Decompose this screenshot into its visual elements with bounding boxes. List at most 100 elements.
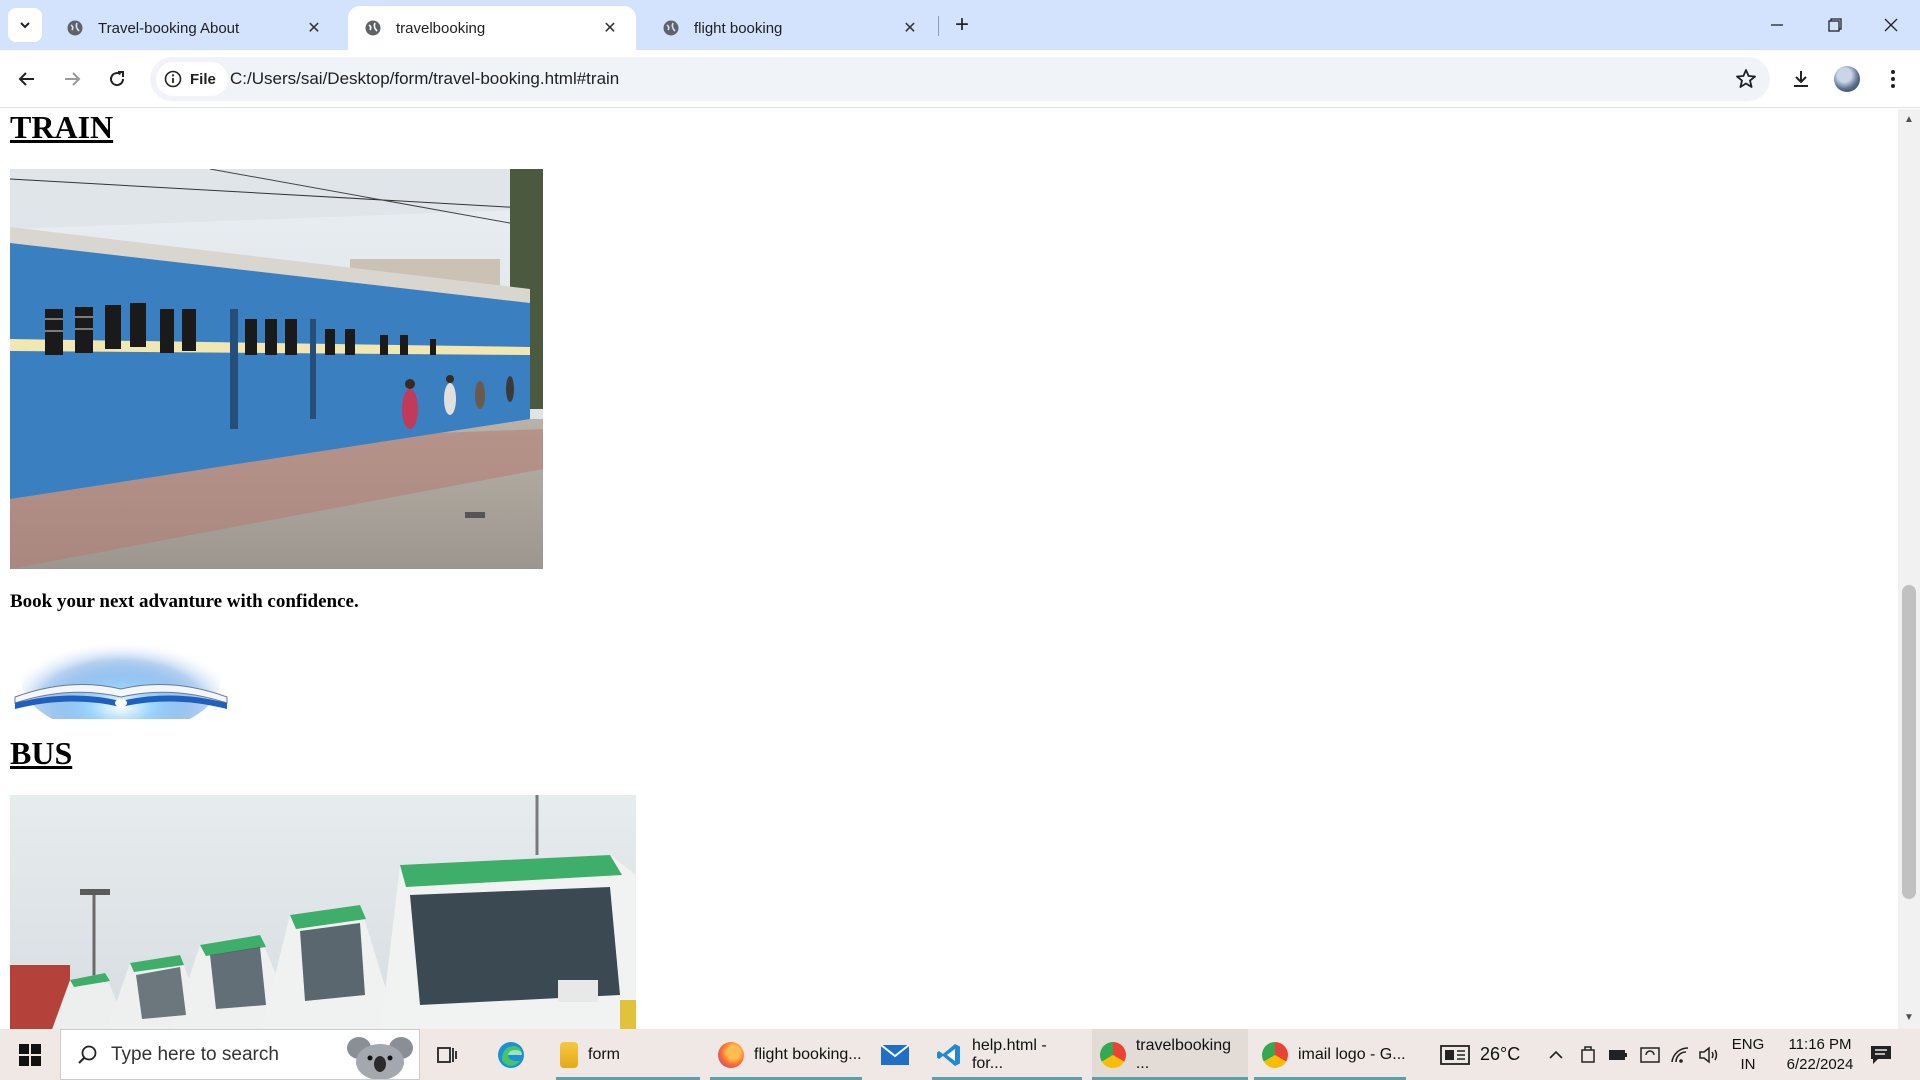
scrollbar-thumb[interactable] — [1902, 585, 1916, 899]
close-icon[interactable]: ✕ — [900, 18, 920, 38]
url-text: C:/Users/sai/Desktop/form/travel-booking… — [230, 69, 620, 88]
region-code: IN — [1740, 1056, 1756, 1073]
chevron-up-icon — [1549, 1050, 1563, 1059]
download-icon — [1794, 71, 1808, 87]
chevron-down-icon — [20, 22, 30, 29]
taskbar-app-vscode[interactable]: help.html - for... — [932, 1029, 1082, 1080]
folder-icon — [560, 1041, 578, 1068]
firefox-icon — [718, 1041, 744, 1068]
address-bar[interactable]: File C:/Users/sai/Desktop/form/travel-bo… — [150, 57, 1770, 101]
sync-icon — [1640, 1046, 1660, 1063]
taskbar-app-label: travelbooking ... — [1135, 1036, 1231, 1072]
menu-button[interactable] — [1876, 62, 1910, 96]
chrome-icon — [1100, 1041, 1126, 1068]
show-hidden-icons-button[interactable] — [1548, 1029, 1564, 1080]
tab-label: travelbooking — [396, 19, 486, 37]
bus-heading: BUS — [10, 735, 73, 771]
taskbar-app-chrome-travelbooking[interactable]: travelbooking ... — [1092, 1029, 1248, 1080]
plus-icon: + — [954, 11, 969, 38]
more-vertical-icon — [1891, 70, 1895, 88]
train-image — [10, 169, 543, 569]
train-photo — [10, 169, 543, 569]
taskbar-app-label: flight booking... — [754, 1045, 862, 1063]
close-window-button[interactable] — [1862, 0, 1920, 50]
volume-icon — [1699, 1045, 1718, 1064]
minimize-button[interactable] — [1748, 0, 1806, 50]
book-image — [10, 619, 232, 734]
browser-toolbar: File C:/Users/sai/Desktop/form/travel-bo… — [0, 50, 1920, 108]
taskbar-search-box[interactable]: Type here to search — [60, 1029, 420, 1080]
edge-button[interactable] — [496, 1029, 526, 1080]
new-tab-button[interactable]: + — [948, 11, 976, 39]
taskbar-app-form[interactable]: form — [556, 1029, 700, 1080]
info-icon — [164, 70, 182, 88]
arrow-right-icon — [65, 72, 81, 86]
open-book-graphic — [14, 624, 228, 734]
tray-battery[interactable] — [1608, 1029, 1628, 1080]
news-weather-icon — [1440, 1044, 1470, 1065]
tray-volume[interactable] — [1698, 1029, 1720, 1080]
tray-device-icon[interactable] — [1580, 1029, 1596, 1080]
windows-taskbar: Type here to search form flight booking.… — [0, 1029, 1920, 1080]
close-icon — [1884, 18, 1898, 32]
device-icon — [1581, 1045, 1595, 1063]
chrome-icon — [1262, 1041, 1288, 1068]
tab-flight-booking[interactable]: flight booking ✕ — [646, 6, 936, 50]
restore-icon — [1828, 18, 1842, 32]
globe-icon — [663, 20, 679, 36]
task-view-button[interactable] — [436, 1029, 458, 1080]
tab-label: Travel-booking About — [98, 19, 240, 37]
tab-strip: Travel-booking About ✕ travelbooking ✕ f… — [0, 0, 1920, 50]
start-button[interactable] — [8, 1029, 52, 1080]
back-button[interactable] — [10, 62, 44, 96]
profile-button[interactable] — [1830, 62, 1864, 96]
notifications-button[interactable] — [1866, 1029, 1896, 1080]
tagline-text: Book your next advanture with confidence… — [10, 591, 359, 612]
tab-separator — [938, 16, 939, 36]
tab-search-button[interactable] — [8, 8, 42, 42]
windows-logo-icon — [19, 1043, 41, 1066]
task-view-icon — [437, 1046, 457, 1063]
reload-icon — [110, 71, 125, 87]
bus-image — [10, 795, 636, 1029]
site-info-chip[interactable]: File — [156, 62, 228, 96]
forward-button[interactable] — [55, 62, 89, 96]
arrow-left-icon — [18, 72, 34, 86]
weather-widget[interactable]: 26°C — [1440, 1029, 1520, 1080]
tab-travelbooking[interactable]: travelbooking ✕ — [348, 6, 636, 50]
scroll-up-icon[interactable]: ▲ — [1904, 115, 1914, 125]
clock-date: 6/22/2024 — [1786, 1056, 1854, 1073]
language-code: ENG — [1731, 1036, 1765, 1053]
taskbar-app-chrome-imail[interactable]: imail logo - G... — [1254, 1029, 1406, 1080]
tray-onedrive[interactable] — [1640, 1029, 1660, 1080]
taskbar-app-label: imail logo - G... — [1298, 1045, 1406, 1063]
taskbar-app-label: form — [588, 1045, 620, 1063]
mail-icon — [880, 1043, 910, 1065]
close-icon[interactable]: ✕ — [600, 18, 620, 38]
mail-button[interactable] — [880, 1029, 910, 1080]
bookmark-star-icon[interactable] — [1734, 67, 1758, 91]
taskbar-clock[interactable]: 11:16 PM 6/22/2024 — [1770, 1035, 1870, 1075]
bus-photo — [10, 795, 636, 1029]
tab-travel-booking-about[interactable]: Travel-booking About ✕ — [50, 6, 340, 50]
reload-button[interactable] — [100, 62, 134, 96]
tray-wifi[interactable] — [1670, 1029, 1690, 1080]
page-viewport: TRAIN Book your next advanture with conf… — [0, 109, 1898, 1029]
page-scrollbar[interactable]: ▲ ▼ — [1898, 109, 1920, 1029]
restore-button[interactable] — [1806, 0, 1864, 50]
globe-icon — [67, 20, 83, 36]
wifi-icon — [1671, 1046, 1689, 1063]
taskbar-app-firefox[interactable]: flight booking... — [710, 1029, 862, 1080]
avatar — [1834, 66, 1860, 92]
search-placeholder: Type here to search — [111, 1044, 279, 1065]
site-info-label: File — [190, 70, 216, 88]
search-icon — [78, 1045, 97, 1064]
battery-icon — [1609, 1049, 1627, 1060]
train-heading: TRAIN — [10, 109, 114, 145]
input-language-indicator[interactable]: ENG IN — [1728, 1035, 1768, 1075]
close-icon[interactable]: ✕ — [304, 18, 324, 38]
scroll-down-icon[interactable]: ▼ — [1904, 1013, 1914, 1023]
edge-browser-icon — [498, 1041, 524, 1068]
vscode-icon — [936, 1043, 960, 1066]
downloads-button[interactable] — [1784, 62, 1818, 96]
